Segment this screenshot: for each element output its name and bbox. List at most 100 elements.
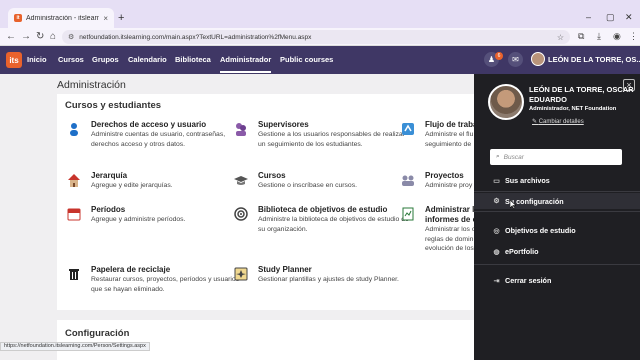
new-tab-icon[interactable]: + — [118, 12, 124, 24]
panel-user-role: Administrador, NET Foundation — [529, 106, 617, 112]
messages-icon[interactable]: ✉ — [508, 52, 523, 67]
change-details-link[interactable]: ✎ Cambiar detalles — [532, 118, 584, 125]
logout-icon: ⇥ — [493, 277, 500, 285]
user-icon — [70, 123, 78, 136]
panel-item-settings[interactable]: ⚙ Su configuración — [474, 193, 640, 209]
item-desc: Gestionar plantillas y ajustes de study … — [258, 276, 399, 283]
target-icon — [234, 207, 248, 221]
browser-menu-icon[interactable]: ⋮ — [629, 31, 638, 42]
projects-icon — [402, 175, 414, 186]
panel-item-logout[interactable]: ⇥ Cerrar sesión — [492, 276, 552, 285]
panel-avatar — [488, 84, 524, 120]
divider — [474, 264, 640, 265]
item-desc: Restaurar cursos, proyectos, períodos y … — [91, 276, 240, 293]
item-title: Cursos — [258, 171, 286, 180]
eportfolio-icon: ◍ — [493, 248, 500, 256]
section-title: Configuración — [65, 328, 130, 339]
download-icon[interactable]: ⤓ — [597, 31, 601, 42]
itslearning-favicon: it — [14, 14, 22, 22]
planner-icon — [234, 267, 248, 281]
nav-public-courses[interactable]: Public courses — [280, 55, 333, 64]
maximize-icon[interactable]: ▢ — [606, 12, 615, 23]
admin-card: Cursos y estudiantes Derechos de acceso … — [57, 94, 474, 310]
item-desc: Agregue y edite jerarquías. — [91, 182, 173, 189]
mouse-cursor-icon — [510, 200, 516, 209]
forward-icon[interactable]: → — [21, 31, 31, 42]
home-icon[interactable]: ⌂ — [50, 31, 56, 42]
item-desc: Gestione o inscríbase en cursos. — [258, 182, 357, 189]
main-content: Administración Cursos y estudiantes Dere… — [0, 74, 474, 360]
back-icon[interactable]: ← — [6, 31, 16, 42]
panel-item-objectives[interactable]: ◎ Objetivos de estudio — [492, 226, 576, 235]
browser-toolbar: ← → ↻ ⌂ ⚙ netfoundation.itslearning.com/… — [0, 28, 640, 46]
panel-item-label: Cerrar sesión — [505, 276, 552, 285]
nav-inicio[interactable]: Inicio — [27, 55, 47, 64]
notification-count-badge: 6 — [495, 52, 503, 60]
item-desc: Administrar los c reglas de domin evoluc… — [425, 226, 474, 252]
item-title: Flujo de traba — [425, 120, 474, 129]
folder-icon: ▭ — [493, 177, 500, 185]
item-desc: Gestione a los usuarios responsables de … — [258, 131, 405, 148]
panel-item-label: ePortfolio — [505, 247, 539, 256]
panel-user-name: LEÓN DE LA TORRE, OSCAR EDUARDO — [529, 85, 634, 104]
item-title: Derechos de acceso y usuario — [91, 120, 207, 129]
minimize-icon[interactable]: – — [586, 12, 591, 22]
panel-item-files[interactable]: ▭ Sus archivos — [492, 176, 550, 185]
graduation-cap-icon — [234, 176, 248, 185]
search-icon: ⌕ — [496, 153, 500, 160]
nav-biblioteca[interactable]: Biblioteca — [175, 55, 211, 64]
browser-tab[interactable]: it Administración - itslearning × — [8, 8, 114, 28]
nav-grupos[interactable]: Grupos — [92, 55, 119, 64]
page-title: Administración — [57, 79, 126, 91]
item-title: Biblioteca de objetivos de estudio — [258, 205, 388, 214]
item-desc: Administre proy — [425, 182, 473, 189]
item-title: Períodos — [91, 205, 126, 214]
itslearning-logo[interactable]: its — [6, 52, 22, 68]
gear-icon: ⚙ — [493, 198, 500, 205]
report-icon — [402, 207, 414, 221]
calendar-icon — [67, 208, 81, 221]
workflow-icon — [402, 123, 414, 135]
nav-calendario[interactable]: Calendario — [128, 55, 167, 64]
pencil-icon: ✎ — [532, 119, 539, 125]
item-title: Papelera de reciclaje — [91, 265, 171, 274]
window-close-icon[interactable]: ✕ — [625, 12, 633, 23]
extensions-icon[interactable]: ⧉ — [578, 31, 584, 42]
section-title: Cursos y estudiantes — [65, 100, 162, 111]
item-title: Proyectos — [425, 171, 464, 180]
browser-tab-bar: it Administración - itslearning × + – ▢ … — [0, 0, 640, 28]
trash-icon — [69, 269, 79, 280]
reload-icon[interactable]: ↻ — [36, 31, 44, 42]
url-text: netfoundation.itslearning.com/main.aspx?… — [79, 33, 312, 41]
user-avatar[interactable] — [531, 52, 545, 66]
status-url: https://netfoundation.itslearning.com/Pe… — [0, 342, 150, 351]
item-title: Supervisores — [258, 120, 309, 129]
panel-item-eportfolio[interactable]: ◍ ePortfolio — [492, 247, 539, 256]
address-bar[interactable]: ⚙ netfoundation.itslearning.com/main.asp… — [62, 30, 570, 44]
profile-icon[interactable]: ◉ — [613, 31, 621, 42]
nav-username[interactable]: LEÓN DE LA TORRE, OS... — [548, 55, 640, 64]
hierarchy-icon — [68, 174, 80, 187]
nav-cursos[interactable]: Cursos — [58, 55, 84, 64]
tab-title: Administración - itslearning — [26, 14, 100, 22]
nav-administrador[interactable]: Administrador — [220, 55, 272, 73]
profile-panel: × LEÓN DE LA TORRE, OSCAR EDUARDO Admini… — [474, 74, 640, 360]
site-info-icon[interactable]: ⚙ — [68, 33, 74, 41]
search-placeholder: Buscar — [503, 153, 524, 161]
tab-close-icon[interactable]: × — [103, 14, 108, 23]
supervisor-icon — [236, 123, 246, 136]
item-title: Jerarquía — [91, 171, 128, 180]
config-card: Configuración — [57, 320, 474, 360]
panel-item-label: Objetivos de estudio — [505, 226, 576, 235]
item-title: Administrar l informes de c — [425, 205, 474, 224]
panel-item-label: Sus archivos — [505, 176, 550, 185]
change-details-label: Cambiar detalles — [538, 119, 584, 125]
item-desc: Administre el flu seguimiento de — [425, 131, 474, 148]
bookmark-star-icon[interactable]: ☆ — [557, 33, 564, 42]
target-icon: ◎ — [493, 227, 500, 235]
item-desc: Agregue y administre períodos. — [91, 216, 186, 223]
item-title: Study Planner — [258, 265, 312, 274]
item-desc: Administre cuentas de usuario, contraseñ… — [91, 131, 226, 148]
panel-search-input[interactable]: ⌕ Buscar — [490, 149, 622, 165]
divider — [474, 191, 640, 192]
